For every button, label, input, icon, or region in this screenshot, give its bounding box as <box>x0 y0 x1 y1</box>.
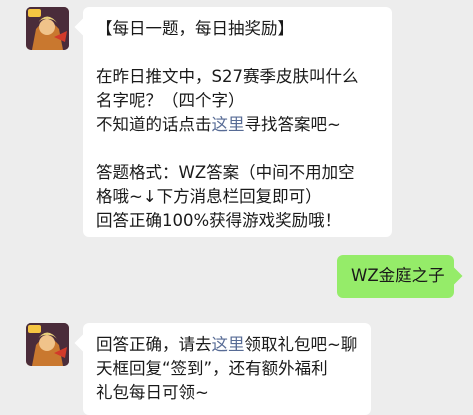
hint-suffix: 寻找答案吧~ <box>244 115 341 134</box>
question-text-line2: 名字呢？（四个字） <box>96 91 245 110</box>
question-text-line1: 在昨日推文中，S27赛季皮肤叫什么 <box>96 67 359 86</box>
user-answer-text: WZ金庭之子 <box>351 266 445 285</box>
reply-suffix: 领取礼包吧~聊 <box>244 335 358 354</box>
reply-line2: 天框回复“签到”，还有额外福利 <box>96 359 328 378</box>
reward-text: 回答正确100%获得游戏奖励哦！ <box>96 211 342 230</box>
user-message-bubble: WZ金庭之子 <box>337 255 454 298</box>
gift-link[interactable]: 这里 <box>212 335 245 354</box>
answer-link[interactable]: 这里 <box>212 115 245 134</box>
format-text-line1: 答题格式：WZ答案（中间不用加空 <box>96 163 355 182</box>
sender-avatar[interactable] <box>26 7 69 50</box>
official-reply-bubble: 回答正确，请去这里领取礼包吧~聊 天框回复“签到”，还有额外福利 礼包每日可领~ <box>83 323 371 415</box>
official-message-bubble: 【每日一题，每日抽奖励】 在昨日推文中，S27赛季皮肤叫什么 名字呢？（四个字）… <box>83 7 392 237</box>
reply-line1: 回答正确，请去这里领取礼包吧~聊 <box>96 333 371 357</box>
message-title: 【每日一题，每日抽奖励】 <box>96 19 294 38</box>
reply-prefix: 回答正确，请去 <box>96 335 212 354</box>
hint-line: 不知道的话点击这里寻找答案吧~ <box>96 113 392 137</box>
game-character-avatar-icon <box>26 7 69 50</box>
hint-prefix: 不知道的话点击 <box>96 115 212 134</box>
reply-line3: 礼包每日可领~ <box>96 383 209 402</box>
format-text-line2: 格哦~↓下方消息栏回复即可） <box>96 187 322 206</box>
sender-avatar[interactable] <box>26 323 69 366</box>
game-character-avatar-icon <box>26 323 69 366</box>
